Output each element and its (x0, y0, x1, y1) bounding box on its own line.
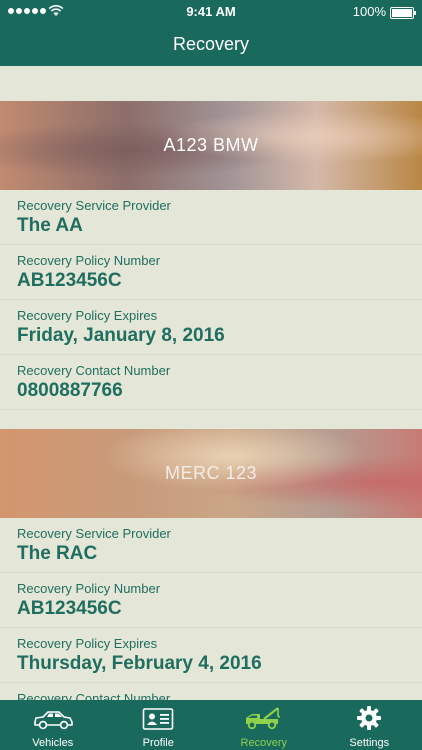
field-label: Recovery Policy Expires (17, 636, 158, 651)
field-label: Recovery Policy Expires (17, 308, 158, 323)
car-icon (33, 711, 73, 730)
field-label: Recovery Contact Number (17, 691, 171, 700)
field-value: AB123456C (17, 598, 122, 619)
recovery-list[interactable]: A123 BMW Recovery Service Provider The A… (0, 66, 422, 700)
field-label: Recovery Policy Number (17, 253, 161, 268)
list-item[interactable]: Recovery Contact Number 0800887766 (0, 355, 422, 410)
tab-label: Vehicles (32, 737, 74, 749)
page-title: Recovery (172, 34, 250, 54)
tab-vehicles[interactable]: Vehicles (0, 700, 106, 750)
tab-recovery[interactable]: Recovery (211, 700, 317, 750)
tab-label: Recovery (240, 737, 287, 749)
status-bar: 9:41 AM 100% (0, 4, 422, 20)
field-value: The RAC (17, 543, 98, 564)
list-item[interactable]: Recovery Contact Number (0, 683, 422, 700)
battery-percentage: 100% (352, 4, 386, 19)
field-label: Recovery Service Provider (17, 198, 171, 213)
tab-bar: Vehicles Profile Recovery Settings (0, 700, 422, 750)
vehicle-banner[interactable]: A123 BMW (0, 101, 422, 190)
vehicle-banner[interactable]: MERC 123 (0, 429, 422, 518)
tab-settings[interactable]: Settings (317, 700, 422, 750)
field-value: AB123456C (17, 270, 122, 291)
battery-icon (390, 7, 416, 19)
field-label: Recovery Policy Number (17, 581, 161, 596)
list-top-spacer (0, 66, 422, 101)
list-item[interactable]: Recovery Policy Expires Friday, January … (0, 300, 422, 355)
gear-icon (357, 706, 382, 730)
tab-label: Settings (349, 737, 390, 749)
list-item[interactable]: Recovery Service Provider The RAC (0, 518, 422, 573)
tow-truck-icon (245, 707, 280, 730)
navigation-bar: 9:41 AM 100% Recovery (0, 0, 422, 66)
vehicle-name: MERC 123 (164, 463, 258, 483)
profile-card-icon (142, 708, 174, 730)
tab-profile[interactable]: Profile (106, 700, 212, 750)
field-label: Recovery Contact Number (17, 363, 171, 378)
list-item[interactable]: Recovery Policy Expires Thursday, Februa… (0, 628, 422, 683)
field-label: Recovery Service Provider (17, 526, 171, 541)
list-item[interactable]: Recovery Policy Number AB123456C (0, 245, 422, 300)
list-item[interactable]: Recovery Policy Number AB123456C (0, 573, 422, 628)
field-value: 0800887766 (17, 380, 123, 401)
vehicle-name: A123 BMW (163, 135, 259, 155)
field-value: Friday, January 8, 2016 (17, 325, 225, 346)
field-value: Thursday, February 4, 2016 (17, 653, 262, 674)
list-item[interactable]: Recovery Service Provider The AA (0, 190, 422, 245)
section-spacer (0, 410, 422, 429)
tab-label: Profile (142, 737, 174, 749)
field-value: The AA (17, 215, 83, 236)
